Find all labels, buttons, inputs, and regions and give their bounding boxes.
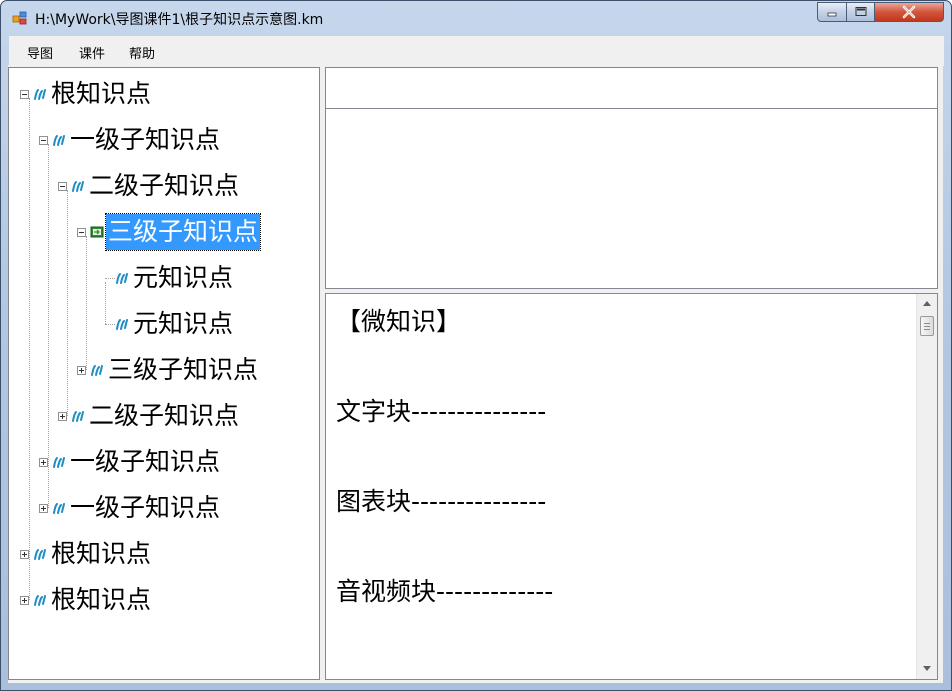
expand-icon[interactable] [20,595,29,605]
grip-icon [924,329,930,330]
knowledge-icon [116,273,128,284]
close-button[interactable] [874,2,944,22]
tree-node[interactable]: 一级子知识点 [39,488,222,528]
scroll-down-icon [923,666,931,671]
tree-node-label[interactable]: 三级子知识点 [104,213,262,251]
tree-node-label[interactable]: 根知识点 [49,582,153,618]
app-icon [12,11,27,25]
tree-connector [105,324,115,325]
tree-node-selected[interactable]: 三级子知识点 [77,212,262,252]
tree-connector [105,278,115,279]
tree-node[interactable]: 二级子知识点 [58,396,241,436]
collapse-icon[interactable] [39,135,48,145]
knowledge-icon [91,365,103,376]
tree-node[interactable]: 根知识点 [20,534,153,574]
knowledge-icon [34,595,46,606]
tree-node-label[interactable]: 根知识点 [49,76,153,112]
knowledge-icon [53,503,65,514]
tree-node-label[interactable]: 一级子知识点 [68,444,222,480]
knowledge-icon [34,89,46,100]
tree-node-label[interactable]: 二级子知识点 [87,168,241,204]
tree-node[interactable]: 三级子知识点 [77,350,260,390]
tree-node[interactable]: 元知识点 [115,304,235,344]
tree-node[interactable]: 根知识点 [20,580,153,620]
scroll-up-button[interactable] [917,295,937,312]
knowledge-tree[interactable]: 根知识点 一级子知识点 二级子知识点 三级子知识点 元知识点 元知识点 三级子知… [8,67,320,680]
node-title-field[interactable] [325,67,938,109]
tree-node[interactable]: 二级子知识点 [58,166,241,206]
grip-icon [924,326,930,327]
menu-bar: 导图 课件 帮助 [9,36,944,66]
knowledge-icon [53,457,65,468]
knowledge-icon [72,181,84,192]
knowledge-icon [34,549,46,560]
tree-node-label[interactable]: 二级子知识点 [87,398,241,434]
knowledge-icon [116,319,128,330]
vertical-scrollbar[interactable] [916,294,937,679]
tree-node-label[interactable]: 三级子知识点 [106,352,260,388]
tree-node-label[interactable]: 元知识点 [131,306,235,342]
tree-node[interactable]: 一级子知识点 [39,120,222,160]
expand-icon[interactable] [20,549,29,559]
tree-node-label[interactable]: 元知识点 [131,260,235,296]
minimize-button[interactable] [817,2,847,22]
scroll-thumb[interactable] [920,316,934,336]
tree-node[interactable]: 一级子知识点 [39,442,222,482]
collapse-icon[interactable] [77,227,86,237]
tree-node-label[interactable]: 一级子知识点 [68,490,222,526]
tree-node-label[interactable]: 根知识点 [49,536,153,572]
scroll-up-icon [923,301,931,306]
window-title: H:\MyWork\导图课件1\根子知识点示意图.km [35,12,324,28]
courseware-icon [90,226,104,238]
content-text-area[interactable]: 【微知识】 文字块--------------- 图表块------------… [325,293,938,680]
tree-connector [29,98,30,600]
expand-icon[interactable] [39,503,48,513]
maximize-button[interactable] [846,2,875,22]
expand-icon[interactable] [77,365,86,375]
expand-icon[interactable] [39,457,48,467]
collapse-icon[interactable] [58,181,67,191]
content-line: 音视频块------------- [336,577,554,606]
content-heading: 【微知识】 [336,307,462,336]
tree-node[interactable]: 元知识点 [115,258,235,298]
expand-icon[interactable] [58,411,67,421]
content-line: 图表块--------------- [336,487,547,516]
tree-node-label[interactable]: 一级子知识点 [68,122,222,158]
scroll-down-button[interactable] [917,660,937,677]
knowledge-icon [72,411,84,422]
preview-area[interactable] [325,109,938,289]
menu-item-courseware[interactable]: 课件 [79,43,105,62]
minimize-icon [827,12,837,17]
collapse-icon[interactable] [20,89,29,99]
tree-connector [105,282,106,324]
tree-connector [67,190,68,416]
tree-node[interactable]: 根知识点 [20,74,153,114]
grip-icon [924,323,930,324]
menu-item-help[interactable]: 帮助 [129,43,155,62]
close-icon [902,5,916,19]
content-line: 文字块--------------- [336,397,547,426]
maximize-icon [855,7,866,16]
title-bar[interactable]: H:\MyWork\导图课件1\根子知识点示意图.km [1,1,951,35]
knowledge-icon [53,135,65,146]
menu-item-mindmap[interactable]: 导图 [27,43,53,62]
